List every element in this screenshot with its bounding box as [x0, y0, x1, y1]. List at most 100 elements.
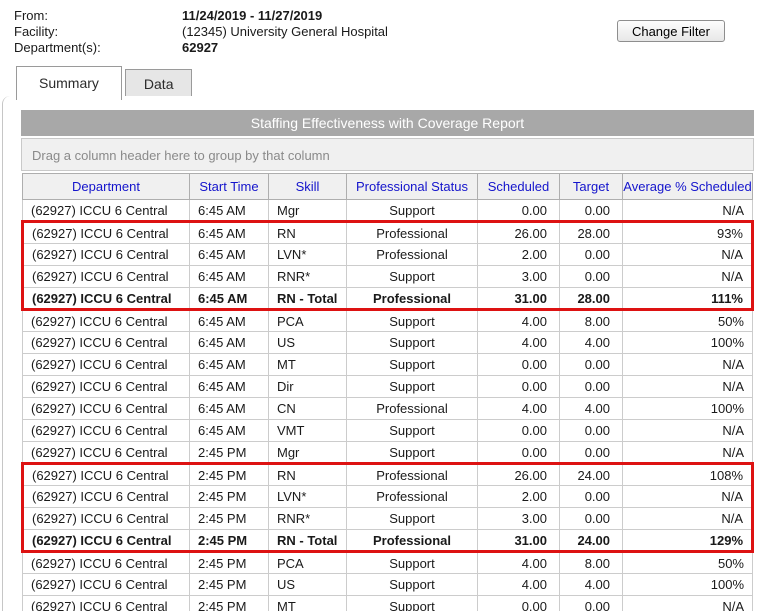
cell-professional-status: Support: [346, 375, 478, 398]
table-row: (62927) ICCU 6 Central 6:45 AM US Support 4.…: [22, 331, 753, 354]
cell-start-time: 6:45 AM: [189, 375, 269, 398]
row-group: (62927) ICCU 6 Central 6:45 AM Mgr Support 0…: [22, 199, 753, 222]
cell-target: 0.00: [559, 441, 623, 464]
cell-average-pct-scheduled: 108%: [622, 463, 753, 486]
cell-target: 4.00: [559, 573, 623, 596]
cell-scheduled: 31.00: [477, 529, 560, 552]
cell-start-time: 2:45 PM: [189, 463, 269, 486]
cell-target: 4.00: [559, 331, 623, 354]
cell-scheduled: 3.00: [477, 507, 560, 530]
cell-skill: RN - Total: [268, 529, 347, 552]
group-by-drop-zone[interactable]: Drag a column header here to group by th…: [21, 138, 754, 171]
cell-skill: Mgr: [268, 441, 347, 464]
cell-average-pct-scheduled: 111%: [622, 287, 753, 310]
cell-skill: RN: [268, 463, 347, 486]
cell-target: 8.00: [559, 309, 623, 332]
table-row: (62927) ICCU 6 Central 6:45 AM RNR* Support…: [22, 265, 753, 288]
cell-professional-status: Support: [346, 331, 478, 354]
filter-info-row: From: 11/24/2019 - 11/27/2019: [14, 8, 388, 24]
column-header-start-time[interactable]: Start Time: [189, 173, 269, 200]
table-row: (62927) ICCU 6 Central 6:45 AM LVN* Profess…: [22, 243, 753, 266]
table-row: (62927) ICCU 6 Central 6:45 AM RN - Total P…: [22, 287, 753, 310]
cell-department: (62927) ICCU 6 Central: [22, 485, 190, 508]
tab-content-panel: Staffing Effectiveness with Coverage Rep…: [2, 96, 761, 611]
cell-skill: US: [268, 331, 347, 354]
table-row: (62927) ICCU 6 Central 2:45 PM Mgr Support 0…: [22, 441, 753, 464]
change-filter-button[interactable]: Change Filter: [616, 20, 725, 42]
cell-scheduled: 26.00: [477, 221, 560, 244]
column-header-average-pct-scheduled[interactable]: Average % Scheduled: [622, 173, 753, 200]
table-row: (62927) ICCU 6 Central 6:45 AM CN Professio…: [22, 397, 753, 420]
cell-scheduled: 0.00: [477, 595, 560, 611]
cell-professional-status: Support: [346, 309, 478, 332]
table-row: (62927) ICCU 6 Central 2:45 PM RN - Total P…: [22, 529, 753, 552]
cell-target: 0.00: [559, 243, 623, 266]
report-grid: Staffing Effectiveness with Coverage Rep…: [21, 110, 754, 611]
cell-skill: US: [268, 573, 347, 596]
cell-skill: MT: [268, 353, 347, 376]
cell-department: (62927) ICCU 6 Central: [22, 507, 190, 530]
cell-department: (62927) ICCU 6 Central: [22, 243, 190, 266]
cell-average-pct-scheduled: N/A: [622, 265, 753, 288]
cell-professional-status: Professional: [346, 221, 478, 244]
cell-professional-status: Professional: [346, 529, 478, 552]
cell-department: (62927) ICCU 6 Central: [22, 463, 190, 486]
table-row: (62927) ICCU 6 Central 6:45 AM RN Professio…: [22, 221, 753, 244]
highlighted-row-group: (62927) ICCU 6 Central 2:45 PM RN Professio…: [22, 463, 753, 552]
cell-start-time: 6:45 AM: [189, 309, 269, 332]
column-header-skill[interactable]: Skill: [268, 173, 347, 200]
tab-summary[interactable]: Summary: [16, 66, 122, 100]
cell-target: 24.00: [559, 529, 623, 552]
cell-start-time: 6:45 AM: [189, 419, 269, 442]
cell-department: (62927) ICCU 6 Central: [22, 573, 190, 596]
cell-average-pct-scheduled: N/A: [622, 595, 753, 611]
cell-target: 0.00: [559, 595, 623, 611]
cell-skill: VMT: [268, 419, 347, 442]
cell-professional-status: Professional: [346, 287, 478, 310]
table-row: (62927) ICCU 6 Central 6:45 AM VMT Support 0…: [22, 419, 753, 442]
cell-average-pct-scheduled: N/A: [622, 441, 753, 464]
cell-department: (62927) ICCU 6 Central: [22, 309, 190, 332]
row-group: (62927) ICCU 6 Central 6:45 AM PCA Support 4…: [22, 309, 753, 464]
cell-scheduled: 4.00: [477, 573, 560, 596]
column-header-target[interactable]: Target: [559, 173, 623, 200]
cell-skill: PCA: [268, 309, 347, 332]
cell-professional-status: Support: [346, 199, 478, 222]
cell-scheduled: 0.00: [477, 419, 560, 442]
cell-department: (62927) ICCU 6 Central: [22, 221, 190, 244]
filter-info: From: 11/24/2019 - 11/27/2019 Facility: (12…: [14, 8, 388, 56]
column-header-department[interactable]: Department: [22, 173, 190, 200]
cell-start-time: 6:45 AM: [189, 199, 269, 222]
cell-department: (62927) ICCU 6 Central: [22, 375, 190, 398]
cell-start-time: 6:45 AM: [189, 331, 269, 354]
table-row: (62927) ICCU 6 Central 2:45 PM US Support 4.…: [22, 573, 753, 596]
cell-scheduled: 4.00: [477, 551, 560, 574]
cell-target: 0.00: [559, 353, 623, 376]
cell-start-time: 2:45 PM: [189, 573, 269, 596]
cell-target: 24.00: [559, 463, 623, 486]
cell-professional-status: Professional: [346, 485, 478, 508]
cell-average-pct-scheduled: 100%: [622, 397, 753, 420]
column-header-row: Department Start Time Skill Professional St…: [22, 173, 753, 200]
cell-skill: RNR*: [268, 265, 347, 288]
column-header-scheduled[interactable]: Scheduled: [477, 173, 560, 200]
filter-info-value: 11/24/2019 - 11/27/2019: [182, 8, 323, 23]
filter-info-row: Facility: (12345) University General Hosp…: [14, 24, 388, 40]
cell-target: 0.00: [559, 419, 623, 442]
cell-department: (62927) ICCU 6 Central: [22, 441, 190, 464]
cell-start-time: 6:45 AM: [189, 221, 269, 244]
cell-scheduled: 31.00: [477, 287, 560, 310]
cell-skill: RN: [268, 221, 347, 244]
cell-skill: Mgr: [268, 199, 347, 222]
cell-target: 4.00: [559, 397, 623, 420]
cell-start-time: 2:45 PM: [189, 529, 269, 552]
tab-bar: Summary Data: [16, 66, 195, 100]
cell-scheduled: 4.00: [477, 331, 560, 354]
cell-professional-status: Support: [346, 265, 478, 288]
column-header-professional-status[interactable]: Professional Status: [346, 173, 478, 200]
cell-skill: Dir: [268, 375, 347, 398]
filter-info-label: From:: [14, 8, 48, 23]
cell-start-time: 6:45 AM: [189, 265, 269, 288]
cell-professional-status: Support: [346, 551, 478, 574]
cell-average-pct-scheduled: N/A: [622, 375, 753, 398]
